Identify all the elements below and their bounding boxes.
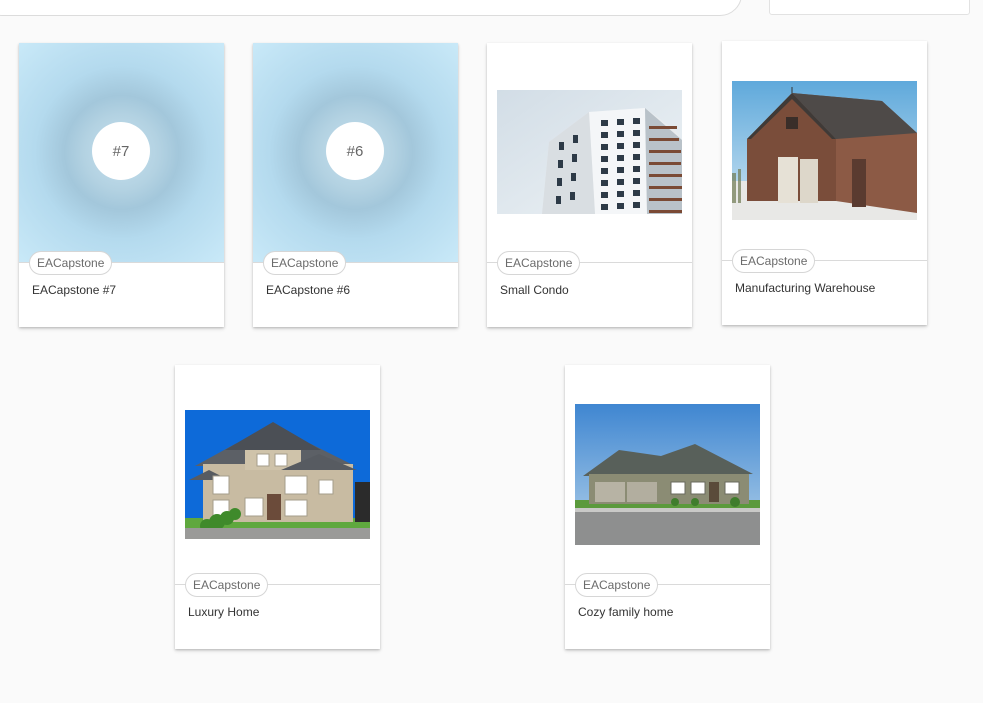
- card-title: Manufacturing Warehouse: [735, 281, 876, 295]
- card-title: EACapstone #6: [266, 283, 351, 297]
- card-number-badge: #7: [92, 122, 150, 180]
- card-placeholder-image: #7: [19, 43, 224, 262]
- card-tag-chip[interactable]: EACapstone: [263, 251, 347, 275]
- card-title: Cozy family home: [578, 605, 674, 619]
- search-bar[interactable]: [0, 0, 742, 16]
- card-tag-chip[interactable]: EACapstone: [575, 573, 659, 597]
- card-title: Luxury Home: [188, 605, 260, 619]
- card-title: Small Condo: [500, 283, 569, 297]
- condo-building-image: [497, 90, 682, 214]
- brick-barn-image: [732, 81, 917, 220]
- filter-box[interactable]: [769, 0, 970, 15]
- card-placeholder-image: #6: [253, 43, 458, 262]
- card-tag-chip[interactable]: EACapstone: [497, 251, 581, 275]
- card-cozy-family-home[interactable]: EACapstone Cozy family home: [565, 365, 770, 649]
- card-number-badge: #6: [326, 122, 384, 180]
- card-title: EACapstone #7: [32, 283, 117, 297]
- ranch-house-image: [575, 404, 760, 545]
- card-tag-chip[interactable]: EACapstone: [185, 573, 269, 597]
- card-eacapstone-6[interactable]: #6 EACapstone EACapstone #6: [253, 43, 458, 327]
- two-story-house-image: [185, 410, 370, 539]
- card-eacapstone-7[interactable]: #7 EACapstone EACapstone #7: [19, 43, 224, 327]
- card-small-condo[interactable]: EACapstone Small Condo: [487, 43, 692, 327]
- card-luxury-home[interactable]: EACapstone Luxury Home: [175, 365, 380, 649]
- card-tag-chip[interactable]: EACapstone: [29, 251, 113, 275]
- card-tag-chip[interactable]: EACapstone: [732, 249, 816, 273]
- card-manufacturing-warehouse[interactable]: EACapstone Manufacturing Warehouse: [722, 41, 927, 325]
